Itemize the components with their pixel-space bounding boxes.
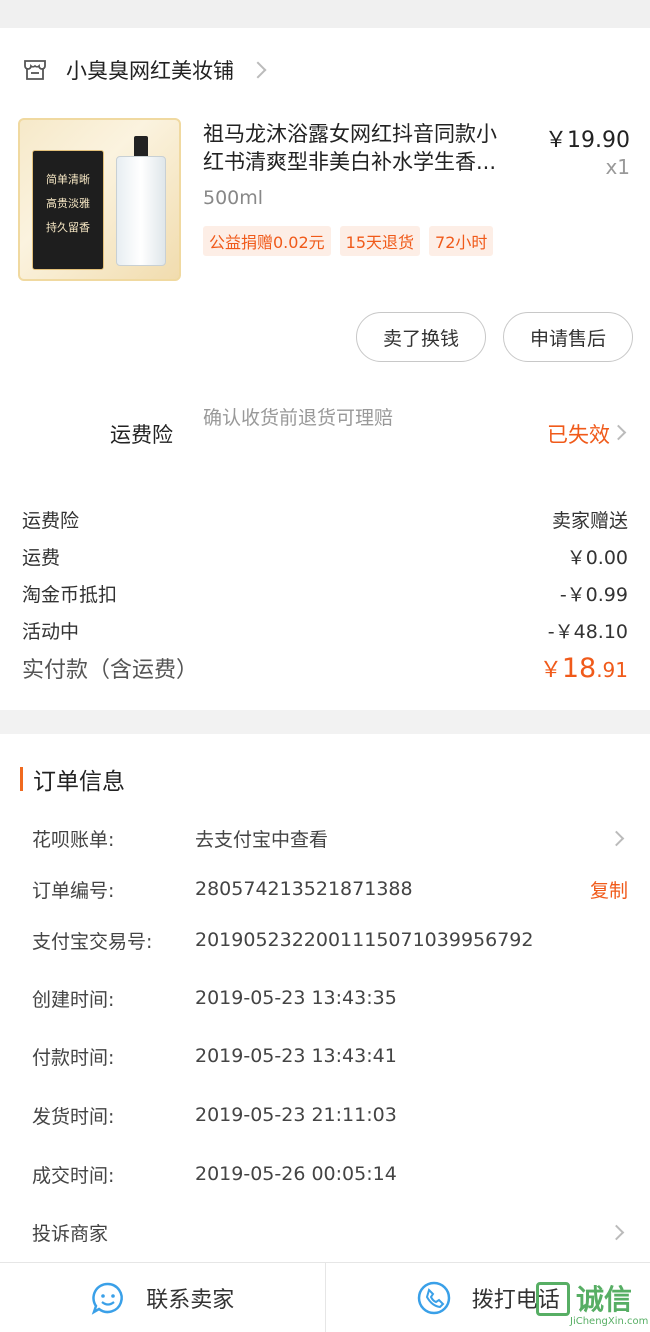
info-value: 2019-05-23 13:43:41: [195, 1045, 397, 1067]
info-key: 花呗账单:: [32, 828, 115, 851]
order-number-row: 订单编号: 280574213521871388 复制: [32, 874, 628, 904]
image-text-3: 持久留香: [46, 221, 90, 234]
product-spec: 500ml: [203, 187, 264, 209]
info-value: 2019-05-26 00:05:14: [195, 1163, 397, 1185]
info-key: 订单编号:: [32, 879, 115, 902]
insurance-description: 确认收货前退货可理赔: [203, 407, 394, 429]
tag-return: 15天退货: [339, 226, 421, 256]
total-row: 实付款（含运费） ￥18.91: [22, 652, 628, 684]
total-currency: ￥: [539, 658, 562, 683]
order-info-title: 订单信息: [33, 769, 125, 795]
info-value: 280574213521871388: [195, 878, 413, 900]
fee-value: -￥48.10: [547, 621, 628, 643]
insurance-status[interactable]: 已失效: [547, 419, 610, 449]
product-image[interactable]: 简单清晰 高贵淡雅 持久留香: [18, 118, 181, 281]
product-price: ￥19.90: [545, 128, 630, 153]
contact-seller-label: 联系卖家: [146, 1287, 235, 1313]
info-value: 2019052322001115071039956792: [195, 929, 534, 951]
paid-time-row: 付款时间: 2019-05-23 13:43:41: [32, 1041, 628, 1071]
fee-key: 运费: [22, 547, 61, 569]
fee-key: 淘金币抵扣: [22, 584, 118, 606]
shipped-time-row: 发货时间: 2019-05-23 21:11:03: [32, 1100, 628, 1130]
fee-key: 活动中: [22, 621, 80, 643]
info-key: 付款时间:: [32, 1046, 115, 1069]
product-image-card: 简单清晰 高贵淡雅 持久留香: [32, 150, 104, 270]
info-key: 支付宝交易号:: [32, 930, 153, 953]
order-info-card: 订单信息 花呗账单: 去支付宝中查看 订单编号: 280574213521871…: [0, 734, 650, 1262]
info-value: 2019-05-23 13:43:35: [195, 987, 397, 1009]
tag-72h: 72小时: [429, 226, 494, 256]
product-title[interactable]: 祖马龙沐浴露女网红抖音同款小 红书清爽型非美白补水学生香...: [203, 120, 533, 176]
copy-button[interactable]: 复制: [590, 876, 628, 903]
total-label: 实付款（含运费）: [22, 658, 199, 683]
store-icon: [24, 60, 46, 80]
fee-row: 活动中 -￥48.10: [22, 617, 628, 644]
fee-row: 淘金币抵扣 -￥0.99: [22, 580, 628, 607]
top-spacer: [0, 0, 650, 28]
info-key: 发货时间:: [32, 1105, 115, 1128]
total-dec: .91: [596, 658, 628, 682]
fee-key: 运费险: [22, 510, 80, 532]
bottle-graphic: [116, 156, 166, 266]
completed-time-row: 成交时间: 2019-05-26 00:05:14: [32, 1159, 628, 1189]
fee-value: ￥0.00: [566, 547, 628, 569]
tag-charity: 公益捐赠0.02元: [203, 226, 331, 256]
alipay-trade-row: 支付宝交易号: 2019052322001115071039956792: [32, 925, 628, 955]
chevron-right-icon: [608, 830, 625, 846]
info-value: 去支付宝中查看: [195, 828, 329, 851]
shop-header[interactable]: 小臭臭网红美妆铺: [22, 54, 267, 86]
image-text-2: 高贵淡雅: [46, 197, 90, 210]
insurance-label: 运费险: [110, 423, 173, 447]
product-quantity: x1: [605, 155, 630, 179]
chevron-right-icon: [608, 1224, 625, 1240]
total-amount: ￥18.91: [540, 652, 628, 684]
chevron-right-icon: [610, 424, 627, 441]
complain-merchant-row[interactable]: 投诉商家: [32, 1217, 628, 1247]
phone-icon: [417, 1281, 450, 1314]
total-int: 18: [561, 653, 597, 684]
fee-value: -￥0.99: [559, 584, 628, 606]
accent-bar: [20, 767, 23, 791]
fee-row: 运费 ￥0.00: [22, 543, 628, 570]
complain-label: 投诉商家: [32, 1222, 109, 1245]
huabei-row[interactable]: 花呗账单: 去支付宝中查看: [32, 823, 628, 853]
site-watermark: 诚信 JiChengXin.com: [536, 1278, 649, 1330]
chevron-right-icon: [249, 61, 267, 79]
apply-after-sale-button[interactable]: 申请售后: [503, 312, 633, 362]
contact-seller-button[interactable]: 联系卖家: [0, 1263, 326, 1332]
product-tags: 公益捐赠0.02元 15天退货 72小时: [203, 226, 494, 256]
product-title-line1: 祖马龙沐浴露女网红抖音同款小: [203, 122, 497, 146]
order-info-header: 订单信息: [20, 762, 125, 796]
watermark-logo: [536, 1282, 570, 1316]
chat-bubble-icon: [91, 1282, 124, 1315]
created-time-row: 创建时间: 2019-05-23 13:43:35: [32, 983, 628, 1013]
info-key: 成交时间:: [32, 1164, 115, 1187]
shop-card: 小臭臭网红美妆铺 简单清晰 高贵淡雅 持久留香 祖马龙沐浴露女网红抖音同款小 红…: [0, 28, 650, 710]
info-value: 2019-05-23 21:11:03: [195, 1104, 397, 1126]
watermark-text: 诚信: [576, 1283, 633, 1316]
shop-name: 小臭臭网红美妆铺: [66, 59, 234, 83]
sell-for-cash-button[interactable]: 卖了换钱: [356, 312, 486, 362]
fee-row: 运费险 卖家赠送: [22, 506, 628, 533]
info-key: 创建时间:: [32, 988, 115, 1011]
fee-value: 卖家赠送: [551, 510, 628, 532]
watermark-subtext: JiChengXin.com: [570, 1316, 649, 1327]
image-text-1: 简单清晰: [46, 173, 90, 186]
product-title-line2: 红书清爽型非美白补水学生香...: [203, 150, 497, 174]
bottle-cap-graphic: [134, 136, 148, 158]
